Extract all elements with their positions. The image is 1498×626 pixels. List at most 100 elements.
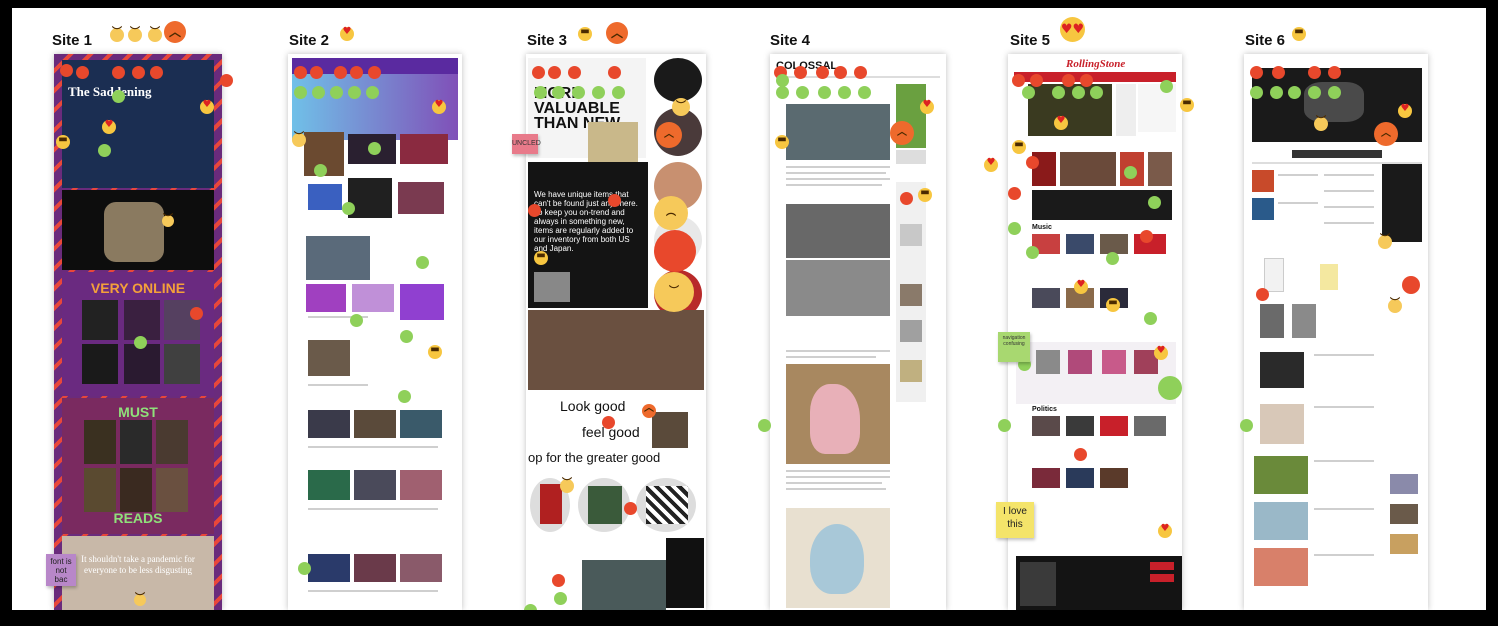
- angry-emoji-icon[interactable]: ︿: [606, 22, 628, 44]
- red-dot-marker[interactable]: [1250, 66, 1263, 79]
- whiteboard-canvas[interactable]: Site 1 Site 2 Site 3 Site 4 Site 5 Site …: [12, 8, 1486, 610]
- red-dot-marker[interactable]: [1074, 448, 1087, 461]
- red-dot-marker[interactable]: [1272, 66, 1285, 79]
- heart-eyes-emoji-icon[interactable]: ♥: [1158, 524, 1172, 538]
- green-dot-marker[interactable]: [1250, 86, 1263, 99]
- sad-emoji-icon[interactable]: ︶: [560, 479, 574, 493]
- green-dot-marker[interactable]: [400, 330, 413, 343]
- sad-emoji-icon[interactable]: ︶: [1388, 299, 1402, 313]
- green-dot-marker[interactable]: [366, 86, 379, 99]
- heart-eyes-emoji-icon[interactable]: ♥: [1074, 280, 1088, 294]
- sunglasses-emoji-icon[interactable]: ▬: [918, 188, 932, 202]
- green-dot-marker[interactable]: [1008, 222, 1021, 235]
- sticky-note-site3[interactable]: UNCLED: [512, 134, 541, 154]
- green-dot-marker[interactable]: [368, 142, 381, 155]
- site-2-screenshot[interactable]: [288, 54, 462, 610]
- green-dot-marker[interactable]: [314, 164, 327, 177]
- red-dot-marker[interactable]: [1008, 187, 1021, 200]
- green-dot-marker[interactable]: [350, 314, 363, 327]
- sticky-note-site1[interactable]: font is not bac: [46, 554, 76, 586]
- sad-emoji-icon[interactable]: ︶: [292, 133, 306, 147]
- angry-emoji-icon[interactable]: ︿: [1374, 122, 1398, 146]
- sad-emoji-icon[interactable]: ︶: [162, 215, 174, 227]
- green-dot-marker[interactable]: [1308, 86, 1321, 99]
- green-dot-marker[interactable]: [758, 419, 771, 432]
- site-5-screenshot[interactable]: RollingStone Music Politics: [1008, 54, 1182, 610]
- red-dot-marker[interactable]: [1256, 288, 1269, 301]
- red-dot-marker[interactable]: [608, 194, 621, 207]
- site-1-screenshot[interactable]: The Saddening VERY ONLINE MUST READS It …: [54, 54, 222, 610]
- sunglasses-emoji-icon[interactable]: ▬: [578, 27, 592, 41]
- green-dot-marker[interactable]: [1270, 86, 1283, 99]
- green-dot-marker[interactable]: [998, 419, 1011, 432]
- site-6-screenshot[interactable]: [1244, 54, 1428, 610]
- red-dot-marker[interactable]: [548, 66, 561, 79]
- angry-emoji-icon[interactable]: ︿: [890, 121, 914, 145]
- red-dot-marker[interactable]: [334, 66, 347, 79]
- green-dot-marker[interactable]: [1148, 196, 1161, 209]
- green-dot-marker[interactable]: [294, 86, 307, 99]
- red-dot-marker[interactable]: [1308, 66, 1321, 79]
- heart-eyes-emoji-icon[interactable]: ♥: [340, 27, 354, 41]
- red-dot-marker[interactable]: [220, 74, 233, 87]
- red-dot-marker[interactable]: [60, 64, 73, 77]
- green-circle-marker[interactable]: [1158, 376, 1182, 400]
- red-dot-marker[interactable]: [1328, 66, 1341, 79]
- green-dot-marker[interactable]: [858, 86, 871, 99]
- site-4-screenshot[interactable]: COLOSSAL: [770, 54, 946, 610]
- angry-emoji-icon[interactable]: ︿: [656, 122, 682, 148]
- green-dot-marker[interactable]: [298, 562, 311, 575]
- red-dot-marker[interactable]: [1080, 74, 1093, 87]
- red-dot-marker[interactable]: [150, 66, 163, 79]
- red-circle-marker[interactable]: [654, 230, 696, 272]
- sad-emoji-icon[interactable]: ︶: [672, 98, 690, 116]
- green-dot-marker[interactable]: [1124, 166, 1137, 179]
- sad-emoji-icon[interactable]: ︶: [1314, 117, 1328, 131]
- red-dot-marker[interactable]: [608, 66, 621, 79]
- red-dot-marker[interactable]: [368, 66, 381, 79]
- red-dot-marker[interactable]: [528, 204, 541, 217]
- green-dot-marker[interactable]: [534, 86, 547, 99]
- red-dot-marker[interactable]: [1012, 74, 1025, 87]
- green-dot-marker[interactable]: [572, 86, 585, 99]
- worried-emoji-icon[interactable]: ︶: [148, 28, 162, 42]
- green-dot-marker[interactable]: [348, 86, 361, 99]
- green-dot-marker[interactable]: [134, 336, 147, 349]
- sad-emoji-icon[interactable]: ︶: [1378, 235, 1392, 249]
- sad-emoji-icon[interactable]: ︶: [134, 594, 146, 606]
- green-dot-marker[interactable]: [1106, 252, 1119, 265]
- heart-eyes-emoji-icon[interactable]: ♥: [200, 100, 214, 114]
- red-dot-marker[interactable]: [602, 416, 615, 429]
- fearful-emoji-icon[interactable]: ︵: [654, 196, 688, 230]
- red-dot-marker[interactable]: [76, 66, 89, 79]
- green-dot-marker[interactable]: [342, 202, 355, 215]
- sunglasses-emoji-icon[interactable]: ▬: [1180, 98, 1194, 112]
- red-dot-marker[interactable]: [1062, 74, 1075, 87]
- green-dot-marker[interactable]: [1052, 86, 1065, 99]
- sunglasses-emoji-icon[interactable]: ▬: [1012, 140, 1026, 154]
- green-dot-marker[interactable]: [818, 86, 831, 99]
- red-dot-marker[interactable]: [816, 66, 829, 79]
- green-dot-marker[interactable]: [416, 256, 429, 269]
- red-dot-marker[interactable]: [310, 66, 323, 79]
- green-dot-marker[interactable]: [554, 592, 567, 605]
- red-circle-marker[interactable]: [1402, 276, 1420, 294]
- red-dot-marker[interactable]: [624, 502, 637, 515]
- sticky-note-site5-love[interactable]: I love this: [996, 502, 1034, 538]
- green-dot-marker[interactable]: [1288, 86, 1301, 99]
- sunglasses-emoji-icon[interactable]: ▬: [775, 135, 789, 149]
- red-dot-marker[interactable]: [1030, 74, 1043, 87]
- heart-eyes-emoji-icon[interactable]: ♥: [984, 158, 998, 172]
- heart-eyes-emoji-icon[interactable]: ♥: [1054, 116, 1068, 130]
- angry-emoji-icon[interactable]: ︿: [642, 404, 656, 418]
- red-dot-marker[interactable]: [900, 192, 913, 205]
- red-dot-marker[interactable]: [1026, 156, 1039, 169]
- green-dot-marker[interactable]: [592, 86, 605, 99]
- sunglasses-emoji-icon[interactable]: ▬: [1292, 27, 1306, 41]
- sticky-note-site5-green[interactable]: navigation confusing: [998, 332, 1030, 362]
- green-dot-marker[interactable]: [552, 86, 565, 99]
- green-dot-marker[interactable]: [838, 86, 851, 99]
- green-dot-marker[interactable]: [796, 86, 809, 99]
- red-dot-marker[interactable]: [552, 574, 565, 587]
- green-dot-marker[interactable]: [776, 86, 789, 99]
